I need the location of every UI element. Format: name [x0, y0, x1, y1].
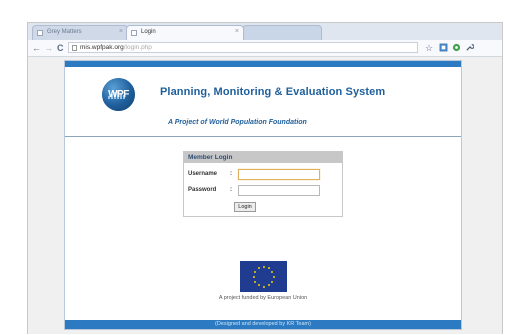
- password-colon: :: [230, 187, 232, 193]
- header-divider: [65, 136, 461, 137]
- tab-label: Grey Matters: [47, 29, 82, 35]
- tab-third[interactable]: [242, 25, 322, 40]
- eu-star-icon: [253, 270, 256, 273]
- eu-star-icon: [257, 284, 260, 287]
- tab-grey-matters[interactable]: Grey Matters ×: [32, 25, 128, 40]
- tab-strip: Grey Matters × Login ×: [28, 23, 502, 40]
- header-bar: [65, 61, 461, 67]
- eu-star-icon: [262, 285, 265, 288]
- eu-star-icon: [252, 275, 255, 278]
- eu-star-icon: [257, 266, 260, 269]
- address-bar[interactable]: mis.wpfpak.org/login.php: [68, 42, 418, 53]
- back-icon[interactable]: ←: [32, 42, 41, 54]
- eu-flag-logo: [240, 261, 287, 292]
- close-tab-icon[interactable]: ×: [235, 28, 239, 35]
- page-icon: [131, 30, 137, 36]
- password-label: Password: [188, 187, 217, 193]
- url-path: /login.php: [123, 44, 152, 51]
- eu-star-icon: [262, 265, 265, 268]
- eu-star-icon: [267, 266, 270, 269]
- password-input[interactable]: [238, 185, 320, 196]
- login-panel-title: Member Login: [184, 152, 342, 163]
- username-input[interactable]: [238, 169, 320, 180]
- funded-by-text: A project funded by European Union: [218, 295, 308, 301]
- footer-credit: (Designed and developed by KR Team): [65, 320, 461, 329]
- reload-icon[interactable]: C: [57, 42, 64, 54]
- site-subtitle: A Project of World Population Foundation: [168, 119, 307, 126]
- eu-star-icon: [271, 280, 274, 283]
- eu-star-icon: [271, 270, 274, 273]
- login-button[interactable]: Login: [234, 202, 256, 212]
- member-login-panel: Member Login Username : Password : Login: [183, 151, 343, 217]
- login-page: WPF Planning, Monitoring & Evaluation Sy…: [64, 60, 462, 330]
- browser-window: Grey Matters × Login × ← → C mis.wpfpak.…: [27, 22, 503, 334]
- star-icon[interactable]: ☆: [425, 42, 433, 54]
- eu-star-icon: [267, 284, 270, 287]
- url-host: mis.wpfpak.org: [80, 44, 124, 51]
- wrench-icon[interactable]: [465, 43, 474, 52]
- extension-icon[interactable]: [452, 43, 461, 52]
- tab-label: Login: [141, 29, 156, 35]
- site-title: Planning, Monitoring & Evaluation System: [160, 86, 386, 98]
- tab-login[interactable]: Login ×: [126, 25, 244, 40]
- eu-star-icon: [253, 280, 256, 283]
- wpf-logo: WPF: [102, 78, 135, 111]
- page-icon: [37, 30, 43, 36]
- username-colon: :: [230, 171, 232, 177]
- browser-toolbar: ← → C mis.wpfpak.org/login.php ☆: [28, 40, 502, 57]
- close-tab-icon[interactable]: ×: [119, 28, 123, 35]
- forward-icon[interactable]: →: [44, 42, 53, 54]
- page-icon: [72, 45, 77, 51]
- eu-star-icon: [272, 275, 275, 278]
- page-action-icon[interactable]: [439, 43, 448, 52]
- page-viewport: WPF Planning, Monitoring & Evaluation Sy…: [28, 57, 502, 334]
- username-label: Username: [188, 171, 218, 177]
